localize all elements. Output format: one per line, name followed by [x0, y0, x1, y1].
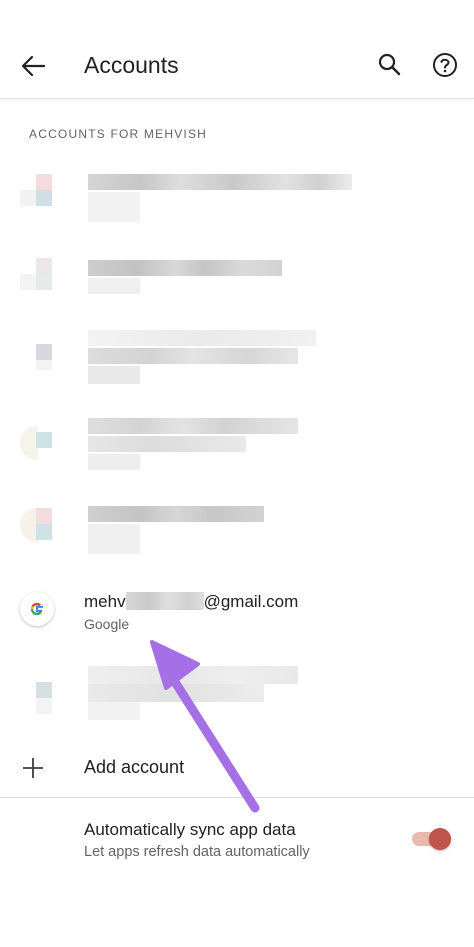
plus-icon [23, 758, 43, 778]
account-avatar-icon [20, 174, 56, 210]
email-prefix: mehv [84, 592, 126, 611]
account-item-4[interactable] [0, 412, 474, 492]
toggle-thumb [429, 828, 451, 850]
account-item-2[interactable] [0, 252, 474, 332]
sync-toggle[interactable] [412, 826, 452, 852]
sync-subtitle: Let apps refresh data automatically [84, 844, 310, 860]
section-header: ACCOUNTS FOR MEHVISH [29, 127, 208, 141]
account-provider: Google [84, 616, 130, 632]
account-avatar-icon [20, 426, 56, 462]
account-avatar-icon [20, 682, 56, 718]
account-item-3[interactable] [0, 330, 474, 410]
account-avatar-icon [20, 508, 56, 544]
account-item-1[interactable] [0, 168, 474, 248]
help-icon [433, 53, 457, 77]
app-bar: Accounts [0, 0, 474, 99]
annotation-arrow-icon [150, 640, 260, 813]
arrow-back-icon [21, 55, 46, 77]
help-button[interactable] [425, 45, 465, 85]
account-email: mehv @gmail.com [84, 592, 298, 612]
back-button[interactable] [14, 46, 54, 86]
account-item-5[interactable] [0, 496, 474, 576]
email-redaction [125, 592, 204, 610]
google-logo-icon [20, 592, 54, 626]
page-title: Accounts [84, 52, 179, 78]
email-suffix: @gmail.com [203, 592, 299, 611]
account-avatar-icon [20, 344, 56, 380]
sync-title: Automatically sync app data [84, 820, 296, 839]
search-icon [378, 53, 401, 76]
account-avatar-icon [20, 258, 56, 294]
search-button[interactable] [370, 45, 410, 85]
